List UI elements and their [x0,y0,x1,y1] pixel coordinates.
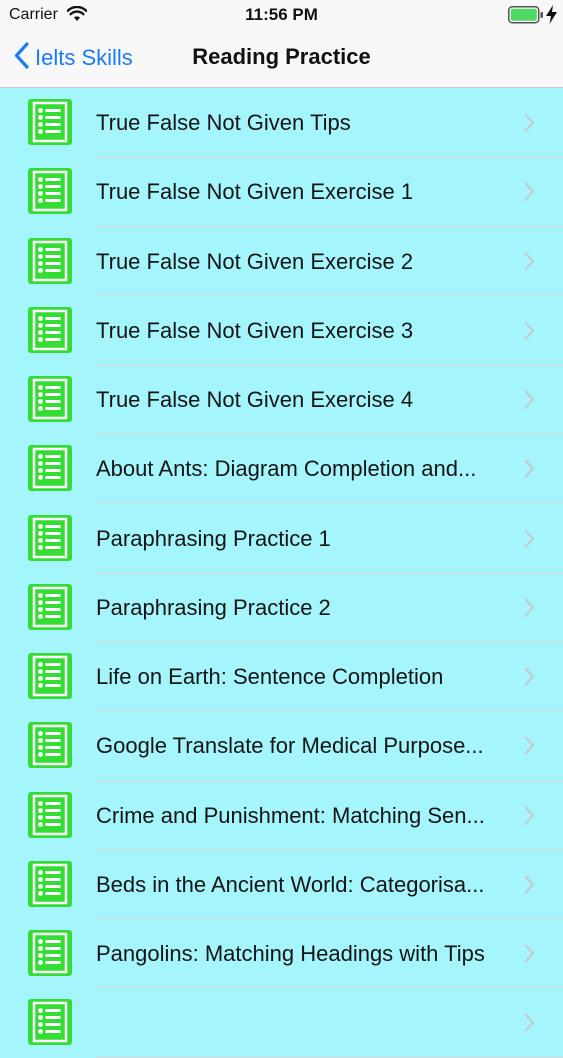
checklist-icon [28,514,72,561]
list-item[interactable]: Crime and Punishment: Matching Sen... [0,781,563,850]
chevron-right-icon [524,182,535,206]
chevron-right-icon [524,459,535,483]
chevron-right-icon [524,875,535,899]
chevron-right-icon [524,113,535,137]
checklist-icon [28,99,72,145]
charging-bolt-icon [546,5,557,29]
checklist-icon [28,791,72,838]
chevron-right-icon [524,390,535,414]
list-item[interactable]: True False Not Given Tips [0,88,563,158]
checklist-icon [28,860,72,907]
checklist-icon [28,376,72,422]
chevron-right-icon [524,667,535,691]
list-item[interactable]: Paraphrasing Practice 1 [0,504,563,573]
list-item-label: Google Translate for Medical Purpose... [96,733,484,759]
list-item[interactable]: Paraphrasing Practice 2 [0,573,563,642]
list-item-label: Beds in the Ancient World: Categorisa... [96,871,485,897]
navigation-bar: Ielts Skills Reading Practice [0,30,563,88]
checklist-icon [28,583,72,630]
list-item[interactable]: Life on Earth: Sentence Completion [0,642,563,712]
list-item[interactable]: True False Not Given Exercise 1 [0,157,563,227]
chevron-right-icon [524,736,535,760]
checklist-icon [28,722,72,769]
list-item-label: True False Not Given Exercise 3 [96,317,414,343]
checklist-icon [28,237,72,284]
status-bar: Carrier 11:56 PM [0,0,563,30]
list-item-label: Pangolins: Matching Headings with Tips [96,941,485,966]
list-item[interactable]: True False Not Given Exercise 2 [0,227,563,296]
list-item-label: True False Not Given Exercise 4 [96,387,414,412]
list-item-label: About Ants: Diagram Completion and... [96,456,477,482]
list-item[interactable]: About Ants: Diagram Completion and... [0,434,563,504]
checklist-icon [28,999,72,1046]
list-item-label: Crime and Punishment: Matching Sen... [96,802,485,828]
reading-practice-list: True False Not Given Tips True False Not [0,88,563,1058]
list-item[interactable]: Beds in the Ancient World: Categorisa... [0,850,563,919]
list-item[interactable]: Pangolins: Matching Headings with Tips [0,919,563,989]
list-item[interactable]: True False Not Given Exercise 3 [0,296,563,365]
checklist-icon [28,445,72,492]
chevron-right-icon [524,805,535,830]
back-button-label: Ielts Skills [35,45,133,70]
list-item-label: True False Not Given Tips [96,110,351,135]
back-button[interactable]: Ielts Skills [14,40,133,76]
chevron-right-icon [524,1013,535,1037]
list-item-label: Life on Earth: Sentence Completion [96,664,444,689]
list-item[interactable]: True False Not Given Exercise 4 [0,365,563,435]
list-item-label: Paraphrasing Practice 2 [96,594,331,620]
list-item-label: Paraphrasing Practice 1 [96,525,331,551]
battery-icon [508,6,544,29]
row-divider [96,1056,563,1058]
chevron-right-icon [524,528,535,553]
checklist-icon [28,168,72,215]
list-item[interactable]: Google Translate for Medical Purpose... [0,711,563,781]
chevron-right-icon [524,598,535,622]
chevron-right-icon [524,321,535,345]
list-item-label: True False Not Given Exercise 1 [96,179,414,205]
chevron-right-icon [524,251,535,276]
checklist-icon [28,930,72,976]
list-item[interactable] [0,988,563,1058]
chevron-right-icon [524,944,535,968]
checklist-icon [28,653,72,699]
chevron-left-icon [14,42,29,74]
status-time: 11:56 PM [245,5,318,24]
list-item-label: True False Not Given Exercise 2 [96,248,414,274]
checklist-icon [28,306,72,353]
